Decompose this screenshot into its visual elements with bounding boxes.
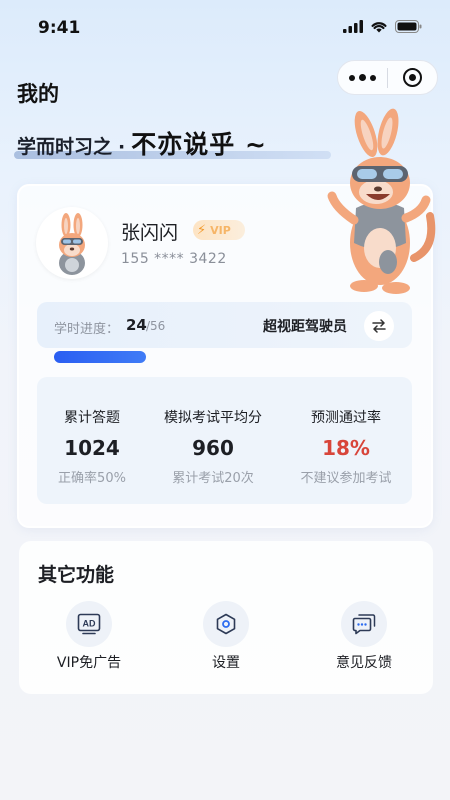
wifi-icon [371, 22, 387, 33]
vip-badge[interactable]: ⚡ VIP [193, 220, 245, 240]
progress-bar [54, 351, 146, 363]
phone-number: 155 **** 3422 [121, 251, 227, 267]
feedback-icon-wrap [341, 601, 387, 647]
feedback-label: 意见反馈 [336, 655, 392, 671]
more-dot-icon [349, 74, 355, 81]
kangaroo-mascot-image [327, 108, 436, 294]
progress-total: /56 [146, 319, 166, 333]
slogan-part2: 不亦说乎 ~ [131, 130, 267, 159]
settings-button[interactable]: 设置 [171, 601, 281, 672]
feedback-icon [352, 614, 376, 635]
status-time: 9:41 [38, 18, 81, 38]
stat-value: 1024 [64, 436, 120, 460]
kangaroo-avatar-icon [59, 213, 85, 275]
stat-value: 960 [192, 436, 234, 460]
stat-average-score: 模拟考试平均分 960 累计考试20次 [148, 407, 278, 486]
more-dot-icon [370, 74, 376, 81]
slogan-part1: 学而时习之 [17, 136, 113, 158]
mini-program-capsule [337, 60, 438, 95]
close-button[interactable] [388, 61, 437, 94]
progress-fill [54, 351, 146, 363]
slogan: 学而时习之 · 不亦说乎 ~ [17, 125, 267, 161]
license-type: 超视距驾驶员 [263, 319, 347, 335]
battery-icon [395, 20, 422, 33]
stat-label: 模拟考试平均分 [164, 410, 262, 426]
stat-value: 18% [322, 436, 370, 460]
lightning-icon: ⚡ [197, 222, 207, 238]
stat-sub: 正确率50% [58, 471, 126, 486]
stat-pass-rate: 预测通过率 18% 不建议参加考试 [281, 407, 411, 486]
more-button[interactable] [338, 61, 387, 94]
vip-no-ads-button[interactable]: AD VIP免广告 [34, 601, 144, 672]
vip-no-ads-label: VIP免广告 [56, 655, 122, 671]
ad-icon-wrap: AD [66, 601, 112, 647]
status-bar: 9:41 [0, 0, 450, 56]
vip-label: VIP [210, 223, 231, 237]
feedback-button[interactable]: 意见反馈 [309, 601, 419, 672]
stat-label: 预测通过率 [311, 410, 381, 426]
status-icons [343, 20, 422, 33]
page-title: 我的 [17, 82, 59, 106]
slogan-dot: · [118, 136, 126, 158]
stat-sub: 累计考试20次 [172, 471, 254, 486]
stat-label: 累计答题 [64, 410, 120, 426]
switch-license-button[interactable] [364, 311, 394, 341]
stat-sub: 不建议参加考试 [300, 471, 392, 486]
progress-label: 学时进度： [54, 322, 120, 337]
ad-icon: AD [77, 613, 101, 635]
username: 张闪闪 [121, 222, 179, 244]
settings-icon [216, 613, 236, 635]
close-circle-icon [403, 68, 422, 87]
progress-current: 24 [126, 316, 147, 334]
settings-icon-wrap [203, 601, 249, 647]
signal-icon [343, 20, 363, 33]
more-dot-icon [359, 74, 366, 81]
other-functions-title: 其它功能 [38, 564, 115, 586]
ad-icon-text: AD [83, 619, 96, 629]
settings-label: 设置 [212, 655, 240, 671]
swap-icon [372, 319, 386, 333]
stat-total-answers: 累计答题 1024 正确率50% [27, 407, 157, 486]
avatar[interactable] [36, 207, 108, 279]
